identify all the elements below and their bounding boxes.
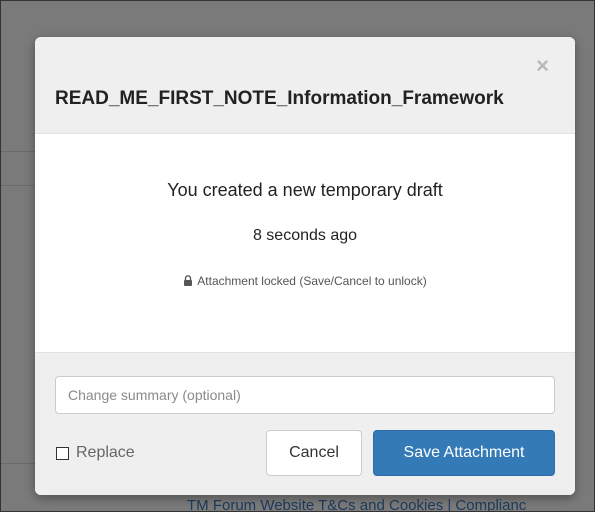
attachment-draft-dialog: × READ_ME_FIRST_NOTE_Information_Framewo… [35,37,575,495]
lock-icon [184,275,193,286]
dialog-body: You created a new temporary draft 8 seco… [35,134,575,352]
background-divider [1,185,37,186]
page-backdrop: TM Forum Website T&Cs and Cookies | Comp… [0,0,595,512]
dialog-header: × READ_ME_FIRST_NOTE_Information_Framewo… [35,37,575,134]
dialog-footer: Replace Cancel Save Attachment [35,352,575,495]
close-icon[interactable]: × [536,55,549,77]
save-attachment-button[interactable]: Save Attachment [373,430,555,476]
lock-notice-text: Attachment locked (Save/Cancel to unlock… [197,274,427,288]
replace-option[interactable]: Replace [56,443,135,463]
dialog-title: READ_ME_FIRST_NOTE_Information_Framework [55,88,504,109]
draft-message: You created a new temporary draft [167,180,443,200]
lock-notice: Attachment locked (Save/Cancel to unlock… [35,274,575,288]
cancel-button[interactable]: Cancel [266,430,362,476]
background-divider [1,463,37,464]
replace-label: Replace [76,444,135,461]
background-divider [1,151,37,152]
footer-link[interactable]: TM Forum Website T&Cs and Cookies | Comp… [187,497,526,511]
change-summary-input[interactable] [55,376,555,414]
replace-checkbox[interactable] [56,446,69,460]
draft-timestamp: 8 seconds ago [252,227,358,244]
